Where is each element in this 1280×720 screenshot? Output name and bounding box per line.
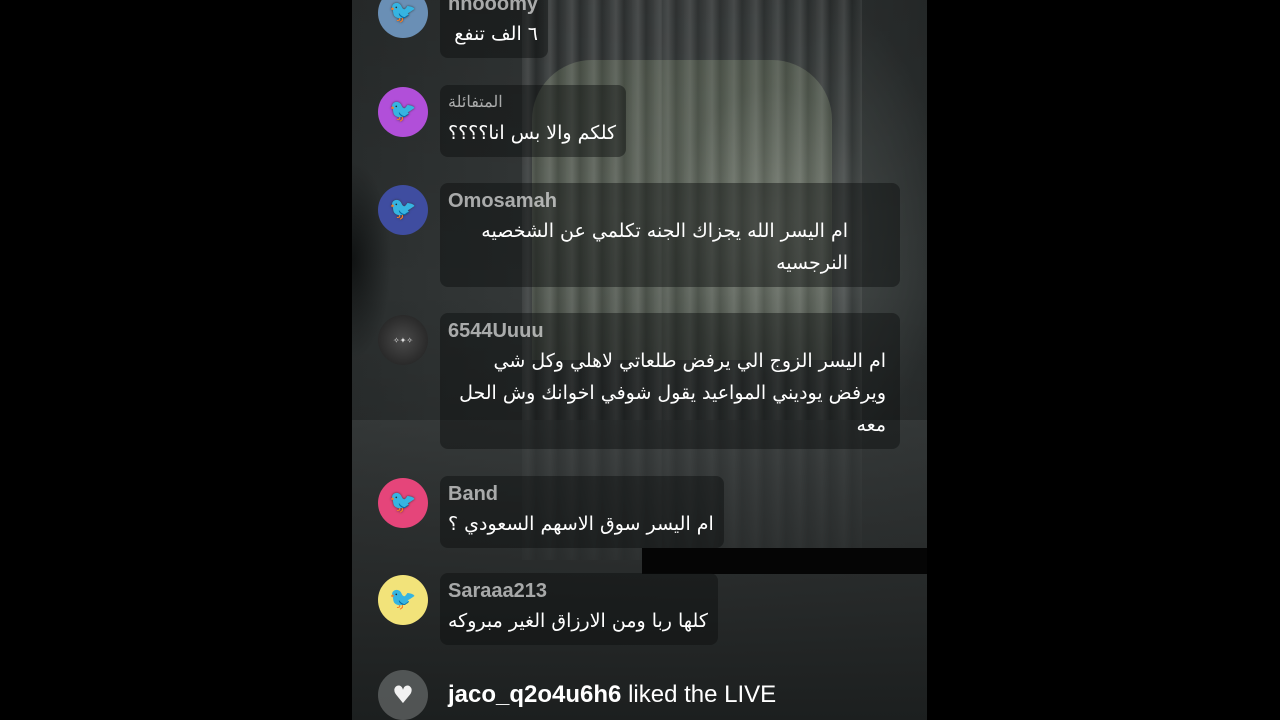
comment-bubble: hnooomy ٦ الف تنفع xyxy=(440,0,548,58)
comment-item: 🐦 hnooomy ٦ الف تنفع xyxy=(378,0,548,58)
comment-bubble: Omosamah ام اليسر الله يجزاك الجنه تكلمي… xyxy=(440,183,900,287)
calligraphy-avatar-icon: ✧✦✧ xyxy=(392,335,414,345)
avatar[interactable]: 🐦 xyxy=(378,478,428,528)
comment-message: ٦ الف تنفع xyxy=(454,23,538,45)
comment-bubble: Saraaa213 كلها ربا ومن الارزاق الغير مبر… xyxy=(440,573,718,645)
liked-event: ♥ jaco_q2o4u6h6 liked the LIVE xyxy=(378,670,776,720)
avatar[interactable]: 🐦 xyxy=(378,0,428,38)
comment-bubble: Band ام اليسر سوق الاسهم السعودي ؟ xyxy=(440,476,724,548)
bird-icon: 🐦 xyxy=(389,0,417,25)
comment-item: 🐦 المتفائلة كلكم والا بس انا؟؟؟؟ xyxy=(378,85,627,157)
comment-bubble: المتفائلة كلكم والا بس انا؟؟؟؟ xyxy=(440,85,627,157)
comment-message: ام اليسر الله يجزاك الجنه تكلمي عن الشخص… xyxy=(481,220,848,274)
liked-text: jaco_q2o4u6h6 liked the LIVE xyxy=(448,681,776,709)
comment-message: ام اليسر سوق الاسهم السعودي ؟ xyxy=(448,513,714,535)
overlay-bar xyxy=(642,548,927,574)
comment-bubble: 6544Uuuu ام اليسر الزوج الي يرفض طلعاتي … xyxy=(440,313,900,449)
comment-username[interactable]: المتفائلة xyxy=(448,91,616,115)
avatar[interactable]: 🐦 xyxy=(378,185,428,235)
comment-message: ام اليسر الزوج الي يرفض طلعاتي لاهلي وكل… xyxy=(459,350,886,436)
comment-username[interactable]: 6544Uuuu xyxy=(448,319,890,343)
liked-label: liked the LIVE xyxy=(628,681,777,708)
avatar[interactable]: 🐦 xyxy=(378,87,428,137)
heart-icon-container: ♥ xyxy=(378,670,428,720)
comment-username[interactable]: Band xyxy=(448,482,714,506)
comment-message: كلكم والا بس انا؟؟؟؟ xyxy=(448,122,617,144)
comment-item: ✧✦✧ 6544Uuuu ام اليسر الزوج الي يرفض طلع… xyxy=(378,313,900,449)
liked-username[interactable]: jaco_q2o4u6h6 xyxy=(448,681,621,708)
comment-item: 🐦 Omosamah ام اليسر الله يجزاك الجنه تكل… xyxy=(378,183,900,287)
comment-username[interactable]: hnooomy xyxy=(448,0,538,16)
comment-item: 🐦 Saraaa213 كلها ربا ومن الارزاق الغير م… xyxy=(378,573,718,645)
avatar[interactable]: ✧✦✧ xyxy=(378,315,428,365)
comment-message: كلها ربا ومن الارزاق الغير مبروكه xyxy=(448,610,708,632)
heart-icon: ♥ xyxy=(392,681,414,709)
live-stream-view: 🐦 hnooomy ٦ الف تنفع 🐦 المتفائلة كلكم وا… xyxy=(352,0,927,720)
comment-username[interactable]: Saraaa213 xyxy=(448,579,708,603)
comment-username[interactable]: Omosamah xyxy=(448,189,890,213)
bird-icon: 🐦 xyxy=(389,99,417,124)
comment-item: 🐦 Band ام اليسر سوق الاسهم السعودي ؟ xyxy=(378,476,724,548)
bird-icon: 🐦 xyxy=(389,197,417,222)
bird-icon: 🐦 xyxy=(389,587,417,612)
avatar[interactable]: 🐦 xyxy=(378,575,428,625)
bird-icon: 🐦 xyxy=(389,490,417,515)
